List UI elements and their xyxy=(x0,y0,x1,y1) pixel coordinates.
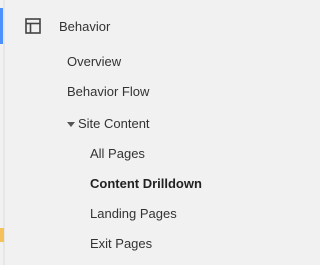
section-label: Behavior xyxy=(59,18,111,34)
caret-down-icon xyxy=(67,121,75,127)
nav-item-behavior-flow[interactable]: Behavior Flow xyxy=(67,84,149,100)
sidebar-nav: Behavior Overview Behavior Flow Site Con… xyxy=(0,0,225,265)
nav-group-site-content[interactable]: Site Content xyxy=(67,116,150,132)
layout-grid-icon xyxy=(25,18,41,34)
nav-item-landing-pages[interactable]: Landing Pages xyxy=(90,206,177,222)
section-behavior[interactable]: Behavior xyxy=(25,15,110,37)
sidebar-edge xyxy=(3,0,5,265)
nav-item-all-pages[interactable]: All Pages xyxy=(90,146,145,162)
nav-group-label: Site Content xyxy=(78,116,150,131)
sidebar-edge-highlight xyxy=(0,228,4,242)
nav-item-overview[interactable]: Overview xyxy=(67,54,121,70)
nav-item-exit-pages[interactable]: Exit Pages xyxy=(90,236,152,252)
nav-item-content-drilldown[interactable]: Content Drilldown xyxy=(90,176,202,192)
active-section-indicator xyxy=(0,8,3,44)
